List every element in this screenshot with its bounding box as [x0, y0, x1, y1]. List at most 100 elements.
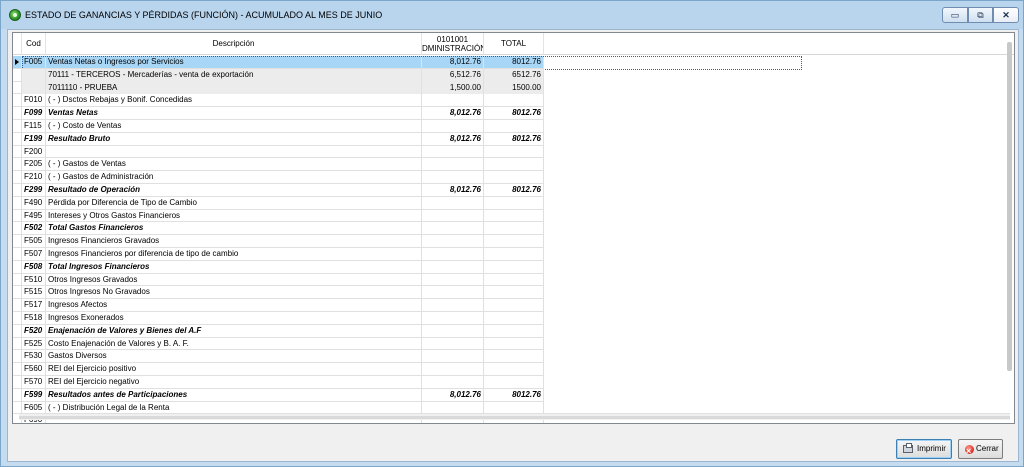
row-selector-cell[interactable] [13, 235, 22, 248]
table-row[interactable]: F517 Ingresos Afectos [13, 299, 544, 312]
cell-v[interactable] [422, 299, 484, 312]
row-selector-cell[interactable] [13, 145, 22, 159]
cell-t[interactable] [484, 145, 544, 159]
row-selector-cell[interactable] [13, 56, 22, 69]
cell-v[interactable] [422, 248, 484, 261]
cell-t[interactable] [484, 248, 544, 261]
cell-desc[interactable]: Ventas Netas o Ingresos por Servicios [46, 56, 422, 69]
cell-t[interactable]: 8012.76 [484, 184, 544, 197]
row-selector-cell[interactable] [13, 248, 22, 261]
table-row[interactable]: F530 Gastos Diversos [13, 350, 544, 364]
row-selector-cell[interactable] [13, 171, 22, 184]
cell-cod[interactable]: F505 [22, 235, 46, 248]
cell-desc[interactable]: Resultado de Operación [46, 184, 422, 197]
table-row[interactable]: F115( - ) Costo de Ventas [13, 120, 544, 133]
cell-v[interactable]: 6,512.76 [422, 68, 484, 82]
cell-v[interactable] [422, 273, 484, 287]
cell-v[interactable] [422, 171, 484, 184]
cell-cod[interactable]: F520 [22, 324, 46, 338]
cell-cod[interactable]: F518 [22, 312, 46, 325]
table-row[interactable]: F510 Otros Ingresos Gravados [13, 273, 544, 287]
minimize-button[interactable]: ▭ [942, 7, 968, 23]
cell-desc[interactable]: ( - ) Gastos de Ventas [46, 158, 422, 172]
cell-v[interactable]: 8,012.76 [422, 184, 484, 197]
cell-cod[interactable]: F210 [22, 171, 46, 184]
row-selector-cell[interactable] [13, 324, 22, 338]
table-row[interactable]: F507 Ingresos Financieros por diferencia … [13, 248, 544, 261]
cell-v[interactable] [422, 337, 484, 351]
close-button[interactable]: Cerrar [958, 439, 1003, 460]
cell-v[interactable]: 8,012.76 [422, 132, 484, 146]
cell-cod[interactable]: F508 [22, 260, 46, 274]
table-row[interactable]: F570 REI del Ejercicio negativo [13, 376, 544, 389]
cell-desc[interactable]: Enajenación de Valores y Bienes del A.F [46, 324, 422, 338]
cell-t[interactable] [484, 120, 544, 133]
table-row[interactable]: F495 Intereses y Otros Gastos Financieros [13, 209, 544, 223]
cell-cod[interactable]: F525 [22, 337, 46, 351]
cell-cod[interactable]: F507 [22, 248, 46, 261]
cell-cod[interactable]: F205 [22, 158, 46, 172]
cell-desc[interactable]: ( - ) Gastos de Administración [46, 171, 422, 184]
cell-t[interactable] [484, 376, 544, 389]
row-selector-cell[interactable] [13, 158, 22, 172]
cell-v[interactable] [422, 350, 484, 364]
cell-t[interactable] [484, 171, 544, 184]
cell-t[interactable] [484, 158, 544, 172]
cell-t[interactable]: 8012.76 [484, 56, 544, 69]
cell-t[interactable]: 8012.76 [484, 107, 544, 120]
row-selector-cell[interactable] [13, 222, 22, 236]
cell-desc[interactable]: Total Gastos Financieros [46, 222, 422, 236]
cell-v[interactable] [422, 324, 484, 338]
cell-cod[interactable] [22, 81, 46, 95]
horizontal-scrollbar-thumb[interactable] [19, 416, 1010, 419]
cell-cod[interactable]: F502 [22, 222, 46, 236]
row-selector-cell[interactable] [13, 363, 22, 376]
table-row[interactable]: F518 Ingresos Exonerados [13, 312, 544, 325]
cell-desc[interactable]: Costo Enajenación de Valores y B. A. F. [46, 337, 422, 351]
column-header-descripcion[interactable]: Descripción [46, 33, 422, 55]
cell-t[interactable]: 1500.00 [484, 81, 544, 95]
cell-t[interactable] [484, 222, 544, 236]
cell-t[interactable] [484, 337, 544, 351]
cell-cod[interactable]: F560 [22, 363, 46, 376]
cell-desc[interactable]: Gastos Diversos [46, 350, 422, 364]
cell-desc[interactable]: Ventas Netas [46, 107, 422, 120]
row-selector-cell[interactable] [13, 273, 22, 287]
cell-v[interactable]: 8,012.76 [422, 56, 484, 69]
cell-cod[interactable]: F517 [22, 299, 46, 312]
row-selector-cell[interactable] [13, 388, 22, 402]
cell-cod[interactable]: F299 [22, 184, 46, 197]
row-selector-cell[interactable] [13, 337, 22, 351]
cell-cod[interactable]: F490 [22, 196, 46, 210]
cell-desc[interactable]: ( - ) Costo de Ventas [46, 120, 422, 133]
cell-t[interactable] [484, 273, 544, 287]
table-row[interactable]: F520 Enajenación de Valores y Bienes del … [13, 324, 544, 338]
cell-desc[interactable]: Intereses y Otros Gastos Financieros [46, 209, 422, 223]
row-selector-cell[interactable] [13, 107, 22, 120]
column-header-cod[interactable]: Cod [22, 33, 46, 55]
row-selector-cell[interactable] [13, 132, 22, 146]
table-row[interactable]: F599 Resultados antes de Participaciones 8… [13, 388, 544, 402]
cell-desc[interactable]: Ingresos Financieros Gravados [46, 235, 422, 248]
column-header-total[interactable]: TOTAL [484, 33, 544, 55]
cell-t[interactable]: 8012.76 [484, 388, 544, 402]
cell-t[interactable] [484, 209, 544, 223]
cell-t[interactable] [484, 363, 544, 376]
row-selector-cell[interactable] [13, 260, 22, 274]
row-selector-cell[interactable] [13, 286, 22, 300]
table-row[interactable]: F505 Ingresos Financieros Gravados [13, 235, 544, 248]
cell-desc[interactable]: 70111 - TERCEROS - Mercaderías - venta d… [46, 68, 422, 82]
cell-cod[interactable]: F570 [22, 376, 46, 389]
cell-v[interactable]: 8,012.76 [422, 107, 484, 120]
cell-t[interactable] [484, 350, 544, 364]
cell-desc[interactable]: Otros Ingresos Gravados [46, 273, 422, 287]
cell-cod[interactable]: F115 [22, 120, 46, 133]
cell-v[interactable] [422, 235, 484, 248]
cell-v[interactable] [422, 312, 484, 325]
cell-t[interactable] [484, 312, 544, 325]
cell-desc[interactable]: Ingresos Exonerados [46, 312, 422, 325]
table-row[interactable]: F525 Costo Enajenación de Valores y B. A.… [13, 337, 544, 351]
cell-cod[interactable]: F530 [22, 350, 46, 364]
cell-desc[interactable]: Otros Ingresos No Gravados [46, 286, 422, 300]
cell-v[interactable] [422, 260, 484, 274]
